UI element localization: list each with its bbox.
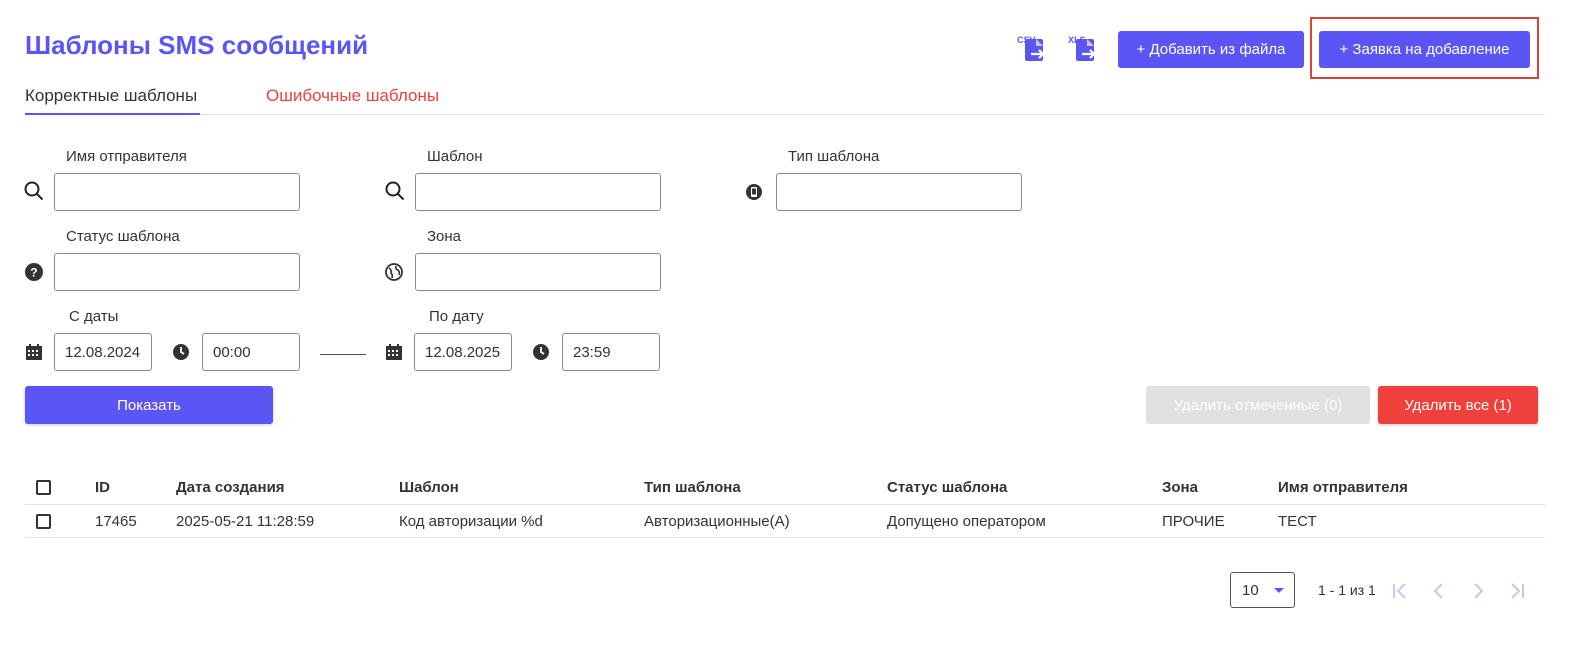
calendar-icon <box>24 342 44 362</box>
range-separator <box>320 354 366 355</box>
template-status-label: Статус шаблона <box>66 228 180 245</box>
page-title: Шаблоны SMS сообщений <box>25 30 369 60</box>
template-type-input[interactable] <box>776 173 1022 211</box>
page-size-select[interactable]: 10 <box>1230 572 1295 608</box>
next-page-icon[interactable] <box>1467 580 1489 602</box>
question-icon: ? <box>24 262 44 282</box>
column-header-status[interactable]: Статус шаблона <box>887 470 1007 504</box>
tab-correct-templates[interactable]: Корректные шаблоны <box>25 86 200 115</box>
page-size-value: 10 <box>1242 581 1259 599</box>
sender-name-input[interactable] <box>54 173 300 211</box>
time-to-input[interactable]: 23:59 <box>562 333 660 371</box>
tab-error-templates[interactable]: Ошибочные шаблоны <box>266 86 439 115</box>
cell-sender: ТЕСТ <box>1278 512 1317 530</box>
csv-export-icon[interactable]: CSV <box>1016 33 1052 65</box>
templates-table: ID Дата создания Шаблон Тип шаблона Стат… <box>25 470 1545 538</box>
globe-icon <box>384 262 404 282</box>
row-checkbox-cell <box>36 505 51 537</box>
cell-status: Допущено оператором <box>887 512 1046 530</box>
cell-id: 17465 <box>95 512 137 530</box>
row-checkbox[interactable] <box>36 513 51 529</box>
search-icon <box>24 181 44 201</box>
clock-icon <box>171 342 191 362</box>
time-from-input[interactable]: 00:00 <box>202 333 300 371</box>
date-from-label: С даты <box>69 308 119 325</box>
svg-text:XLS: XLS <box>1068 35 1086 45</box>
delete-all-button[interactable]: Удалить все (1) <box>1378 386 1538 424</box>
select-all-checkbox[interactable] <box>36 479 51 495</box>
search-icon <box>385 181 405 201</box>
add-from-file-button[interactable]: + Добавить из файла <box>1118 31 1304 68</box>
table-header-row: ID Дата создания Шаблон Тип шаблона Стат… <box>25 470 1545 505</box>
date-from-input[interactable]: 12.08.2024 <box>54 333 152 371</box>
zone-input[interactable] <box>415 253 661 291</box>
caret-down-icon <box>1274 588 1284 593</box>
tabs-bar: Корректные шаблоны Ошибочные шаблоны <box>25 86 1545 115</box>
column-header-zone[interactable]: Зона <box>1162 470 1198 504</box>
column-header-sender[interactable]: Имя отправителя <box>1278 470 1408 504</box>
first-page-icon[interactable] <box>1389 580 1411 602</box>
select-all-checkbox-cell <box>36 470 51 504</box>
template-input[interactable] <box>415 173 661 211</box>
phone-icon <box>744 182 764 202</box>
xls-export-icon[interactable]: XLS <box>1067 33 1103 65</box>
cell-created: 2025-05-21 11:28:59 <box>176 512 315 530</box>
pagination-range: 1 - 1 из 1 <box>1318 582 1376 598</box>
prev-page-icon[interactable] <box>1428 580 1450 602</box>
clock-icon <box>531 342 551 362</box>
cell-zone: ПРОЧИЕ <box>1162 512 1225 530</box>
date-to-label: По дату <box>429 308 484 325</box>
show-button[interactable]: Показать <box>25 386 273 424</box>
template-label: Шаблон <box>427 148 483 165</box>
highlight-frame <box>1310 17 1539 79</box>
delete-selected-button[interactable]: Удалить отмеченные (0) <box>1146 386 1370 424</box>
column-header-type[interactable]: Тип шаблона <box>644 470 741 504</box>
column-header-template[interactable]: Шаблон <box>399 470 459 504</box>
svg-text:CSV: CSV <box>1017 35 1036 45</box>
cell-template: Код авторизации %d <box>399 512 543 530</box>
calendar-icon <box>384 342 404 362</box>
template-status-input[interactable] <box>54 253 300 291</box>
last-page-icon[interactable] <box>1506 580 1528 602</box>
column-header-id[interactable]: ID <box>95 470 110 504</box>
column-header-created[interactable]: Дата создания <box>176 470 285 504</box>
zone-label: Зона <box>427 228 462 245</box>
table-row[interactable]: 17465 2025-05-21 11:28:59 Код авторизаци… <box>25 505 1545 538</box>
cell-type: Авторизационные(А) <box>644 512 790 530</box>
date-to-input[interactable]: 12.08.2025 <box>414 333 512 371</box>
sender-name-label: Имя отправителя <box>66 148 187 165</box>
template-type-label: Тип шаблона <box>788 148 880 165</box>
svg-text:?: ? <box>30 266 37 280</box>
